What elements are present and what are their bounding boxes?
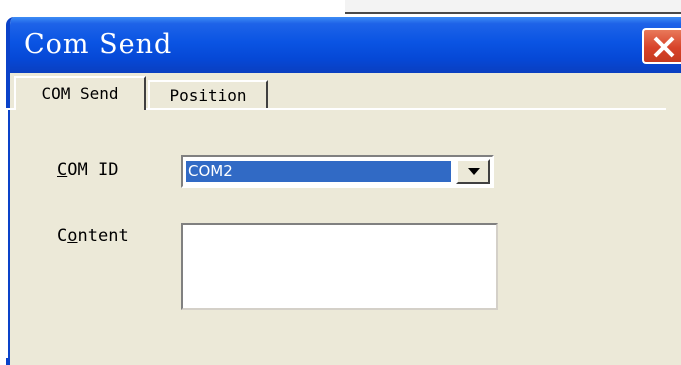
window-title: Com Send — [24, 29, 173, 60]
background-window-edge — [345, 0, 681, 14]
content-label: Content — [57, 226, 129, 246]
com-id-label: COM ID — [57, 160, 119, 180]
tab-com-send-label: COM Send — [41, 84, 119, 103]
close-button[interactable] — [642, 28, 681, 64]
com-id-select[interactable]: COM2 — [181, 155, 494, 188]
tab-position-label: Position — [169, 86, 247, 105]
chevron-down-icon — [468, 168, 480, 175]
tab-position[interactable]: Position — [148, 80, 268, 110]
com-id-dropdown-button[interactable] — [456, 159, 490, 184]
com-id-selected-value: COM2 — [186, 161, 451, 182]
title-bar[interactable]: Com Send — [10, 17, 681, 73]
content-textarea[interactable] — [181, 223, 498, 310]
tab-com-send[interactable]: COM Send — [14, 76, 146, 110]
close-icon — [653, 36, 675, 58]
